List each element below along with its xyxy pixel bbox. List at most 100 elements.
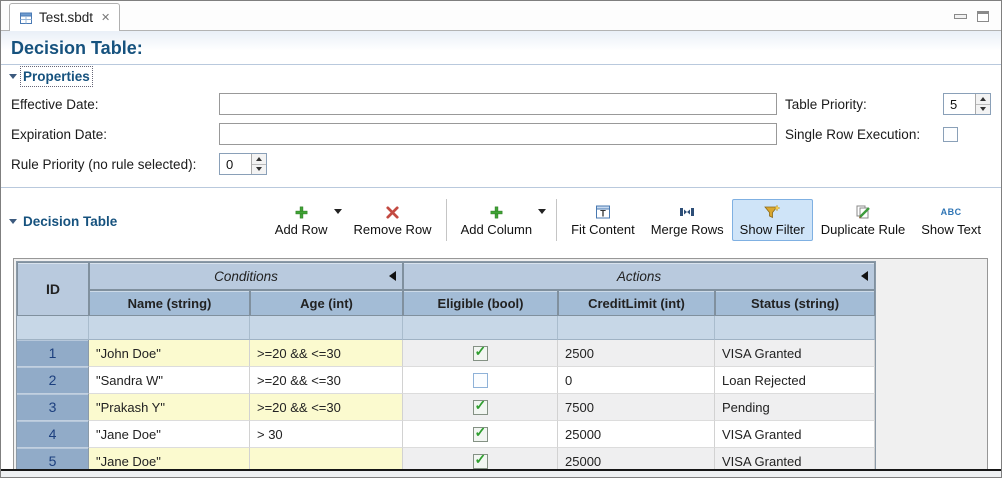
table-priority-spinner[interactable]: 5 bbox=[943, 93, 991, 115]
duplicate-rule-button[interactable]: Duplicate Rule bbox=[813, 199, 914, 241]
name-cell[interactable]: "Prakash Y" bbox=[89, 394, 250, 421]
arrow-down-icon bbox=[256, 167, 262, 171]
eligible-checkbox[interactable] bbox=[473, 373, 488, 388]
eligible-cell[interactable] bbox=[403, 340, 558, 367]
spinner-down-button[interactable] bbox=[976, 104, 990, 115]
properties-section-label: Properties bbox=[23, 69, 90, 84]
single-row-execution-checkbox[interactable] bbox=[943, 127, 958, 142]
tab-close-icon[interactable]: ✕ bbox=[101, 11, 110, 24]
creditlimit-cell[interactable]: 2500 bbox=[558, 340, 715, 367]
row-id-cell[interactable]: 1 bbox=[17, 340, 89, 367]
merge-rows-icon bbox=[679, 203, 695, 221]
properties-section-toggle[interactable]: Properties bbox=[1, 65, 1001, 87]
page-title: Decision Table: bbox=[11, 38, 1001, 59]
filter-cell[interactable] bbox=[715, 316, 875, 340]
decision-table-section-label: Decision Table bbox=[23, 214, 117, 229]
chevron-down-icon bbox=[9, 219, 17, 224]
age-cell[interactable]: > 30 bbox=[250, 421, 403, 448]
add-icon bbox=[294, 203, 309, 221]
fit-content-button[interactable]: T Fit Content bbox=[563, 199, 643, 241]
effective-date-label: Effective Date: bbox=[11, 97, 219, 112]
expiration-date-input[interactable] bbox=[219, 123, 777, 145]
eligible-cell[interactable] bbox=[403, 394, 558, 421]
toolbar-separator bbox=[446, 199, 447, 241]
filter-cell[interactable] bbox=[17, 316, 89, 340]
editor-tab[interactable]: Test.sbdt ✕ bbox=[9, 3, 120, 31]
svg-text:T: T bbox=[600, 209, 606, 219]
row-id-cell[interactable]: 3 bbox=[17, 394, 89, 421]
status-cell[interactable]: VISA Granted bbox=[715, 421, 875, 448]
column-header-creditlimit[interactable]: CreditLimit (int) bbox=[558, 290, 715, 316]
file-table-icon bbox=[19, 11, 33, 25]
eligible-checkbox[interactable] bbox=[473, 346, 488, 361]
decision-table-toolbar: Add Row Remove Row Add Column T bbox=[267, 188, 1001, 252]
toolbar-separator bbox=[556, 199, 557, 241]
id-column-header[interactable]: ID bbox=[17, 262, 89, 316]
remove-row-button[interactable]: Remove Row bbox=[346, 199, 440, 241]
spinner-up-button[interactable] bbox=[252, 154, 266, 164]
collapse-left-icon[interactable] bbox=[389, 271, 396, 281]
rule-priority-spinner[interactable]: 0 bbox=[219, 153, 267, 175]
status-cell[interactable]: VISA Granted bbox=[715, 340, 875, 367]
rule-priority-value[interactable]: 0 bbox=[220, 154, 251, 174]
rule-priority-label: Rule Priority (no rule selected): bbox=[11, 157, 219, 172]
editor-window: Test.sbdt ✕ Decision Table: Properties E… bbox=[0, 0, 1002, 478]
filter-cell[interactable] bbox=[403, 316, 558, 340]
maximize-icon[interactable] bbox=[977, 11, 989, 22]
eligible-checkbox[interactable] bbox=[473, 454, 488, 469]
single-row-execution-label: Single Row Execution: bbox=[785, 127, 943, 142]
tab-bar: Test.sbdt ✕ bbox=[1, 1, 1001, 31]
filter-icon bbox=[764, 203, 780, 221]
filter-cell[interactable] bbox=[250, 316, 403, 340]
decision-table-section-toggle[interactable]: Decision Table bbox=[1, 188, 117, 252]
show-filter-button[interactable]: Show Filter bbox=[732, 199, 813, 241]
properties-form: Effective Date: Table Priority: 5 Expira… bbox=[1, 87, 1001, 187]
creditlimit-cell[interactable]: 7500 bbox=[558, 394, 715, 421]
add-icon bbox=[489, 203, 504, 221]
eligible-cell[interactable] bbox=[403, 367, 558, 394]
dropdown-arrow-icon[interactable] bbox=[334, 209, 342, 214]
abc-icon: ABC bbox=[941, 203, 962, 221]
row-id-cell[interactable]: 4 bbox=[17, 421, 89, 448]
effective-date-input[interactable] bbox=[219, 93, 777, 115]
column-header-name[interactable]: Name (string) bbox=[89, 290, 250, 316]
creditlimit-cell[interactable]: 0 bbox=[558, 367, 715, 394]
chevron-down-icon bbox=[9, 74, 17, 79]
table-priority-value[interactable]: 5 bbox=[944, 94, 975, 114]
eligible-checkbox[interactable] bbox=[473, 400, 488, 415]
creditlimit-cell[interactable]: 25000 bbox=[558, 421, 715, 448]
row-id-cell[interactable]: 2 bbox=[17, 367, 89, 394]
name-cell[interactable]: "Sandra W" bbox=[89, 367, 250, 394]
arrow-up-icon bbox=[256, 157, 262, 161]
status-cell[interactable]: Loan Rejected bbox=[715, 367, 875, 394]
column-header-status[interactable]: Status (string) bbox=[715, 290, 875, 316]
conditions-group-header[interactable]: Conditions bbox=[89, 262, 403, 290]
eligible-cell[interactable] bbox=[403, 421, 558, 448]
minimize-icon[interactable] bbox=[954, 14, 967, 19]
duplicate-icon bbox=[855, 203, 871, 221]
name-cell[interactable]: "Jane Doe" bbox=[89, 421, 250, 448]
add-column-button[interactable]: Add Column bbox=[453, 199, 541, 241]
actions-group-header[interactable]: Actions bbox=[403, 262, 875, 290]
status-cell[interactable]: Pending bbox=[715, 394, 875, 421]
column-header-eligible[interactable]: Eligible (bool) bbox=[403, 290, 558, 316]
column-header-age[interactable]: Age (int) bbox=[250, 290, 403, 316]
age-cell[interactable]: >=20 && <=30 bbox=[250, 367, 403, 394]
name-cell[interactable]: "John Doe" bbox=[89, 340, 250, 367]
dropdown-arrow-icon[interactable] bbox=[538, 209, 546, 214]
remove-icon bbox=[385, 203, 400, 221]
spinner-up-button[interactable] bbox=[976, 94, 990, 104]
spinner-down-button[interactable] bbox=[252, 164, 266, 175]
add-row-button[interactable]: Add Row bbox=[267, 199, 336, 241]
window-bottom-strip bbox=[1, 471, 1001, 477]
filter-cell[interactable] bbox=[89, 316, 250, 340]
filter-cell[interactable] bbox=[558, 316, 715, 340]
merge-rows-button[interactable]: Merge Rows bbox=[643, 199, 732, 241]
fit-content-icon: T bbox=[595, 203, 611, 221]
show-text-button[interactable]: ABC Show Text bbox=[913, 199, 989, 241]
age-cell[interactable]: >=20 && <=30 bbox=[250, 340, 403, 367]
age-cell[interactable]: >=20 && <=30 bbox=[250, 394, 403, 421]
arrow-down-icon bbox=[980, 107, 986, 111]
collapse-left-icon[interactable] bbox=[861, 271, 868, 281]
eligible-checkbox[interactable] bbox=[473, 427, 488, 442]
